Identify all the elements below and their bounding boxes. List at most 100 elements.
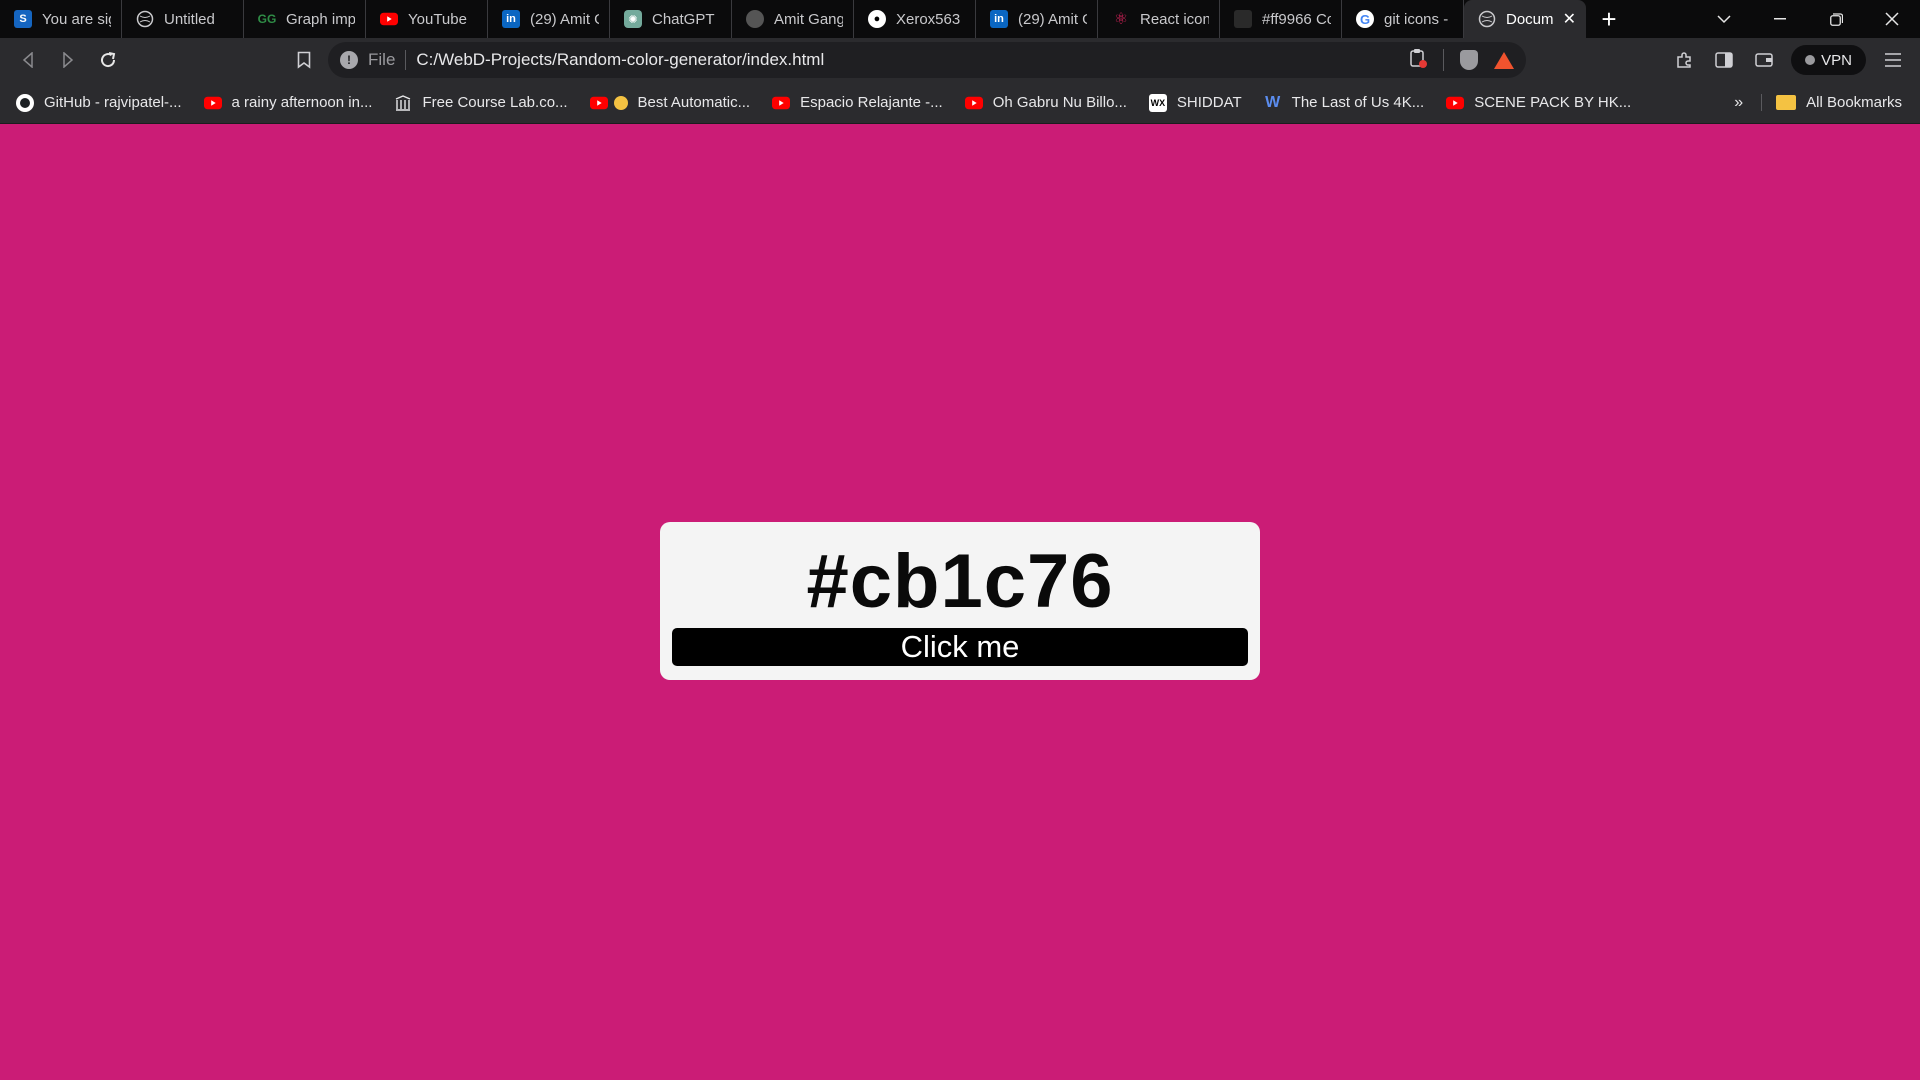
wix-icon: WX <box>1148 93 1167 112</box>
all-bookmarks-label: All Bookmarks <box>1806 94 1902 111</box>
hex-code-display: #cb1c76 <box>806 539 1114 624</box>
bookmark-label: SHIDDAT <box>1176 94 1242 111</box>
emoji-icon <box>613 95 628 110</box>
linkedin-icon: in <box>990 10 1008 28</box>
tab[interactable]: #ff9966 Col <box>1220 0 1342 38</box>
brave-shields-icon[interactable] <box>1460 50 1478 70</box>
bookmark-item[interactable]: W The Last of Us 4K... <box>1264 94 1425 112</box>
youtube-icon <box>203 94 222 112</box>
bookmark-item[interactable]: GitHub - rajvipatel-... <box>16 93 182 112</box>
wallet-icon[interactable] <box>1751 47 1777 73</box>
tab-title: React icons <box>1140 10 1209 28</box>
tab[interactable]: ⚛ React icons <box>1098 0 1220 38</box>
clipboard-blocked-icon[interactable] <box>1409 48 1427 73</box>
vpn-status-icon <box>1805 55 1816 65</box>
color-card: #cb1c76 Click me <box>660 522 1260 680</box>
globe-icon <box>1478 10 1496 28</box>
tab[interactable]: ✺ ChatGPT <box>610 0 732 38</box>
linkedin-icon: in <box>502 10 520 28</box>
address-bar[interactable]: ! File C:/WebD-Projects/Random-color-gen… <box>328 42 1526 78</box>
github-icon: ● <box>868 10 886 28</box>
all-bookmarks-button[interactable]: All Bookmarks <box>1761 94 1902 111</box>
tab-search-button[interactable] <box>1696 0 1752 38</box>
forward-button[interactable] <box>48 40 88 80</box>
tab[interactable]: YouTube <box>366 0 488 38</box>
s-icon: S <box>14 10 32 28</box>
geeksforgeeks-icon: GG <box>257 12 277 26</box>
tab-strip: S You are sign Untitled GG Graph impl YouT… <box>0 0 1920 38</box>
vpn-button[interactable]: VPN <box>1791 45 1866 75</box>
tab-title: #ff9966 Col <box>1262 10 1331 28</box>
tab[interactable]: S You are sign <box>0 0 122 38</box>
url-scheme: File <box>368 50 407 70</box>
bookmark-item[interactable]: a rainy afternoon in... <box>203 94 373 112</box>
bookmark-label: SCENE PACK BY HK... <box>1474 94 1632 111</box>
browser-toolbar: ! File C:/WebD-Projects/Random-color-gen… <box>0 38 1920 82</box>
avatar-icon <box>746 10 764 28</box>
tab[interactable]: Untitled <box>122 0 244 38</box>
tab[interactable]: ● Xerox563 (A <box>854 0 976 38</box>
url-text[interactable]: C:/WebD-Projects/Random-color-generator/… <box>416 50 1409 70</box>
bookmark-page-button[interactable] <box>284 40 324 80</box>
folder-icon <box>1776 95 1797 110</box>
close-window-button[interactable] <box>1864 0 1920 38</box>
tab-title: You are sign <box>42 10 111 28</box>
sidebar-icon[interactable] <box>1711 47 1737 73</box>
bookmark-item[interactable]: SCENE PACK BY HK... <box>1446 94 1631 112</box>
youtube-icon <box>964 94 983 112</box>
address-bar-actions <box>1409 48 1514 73</box>
menu-icon[interactable] <box>1880 47 1906 73</box>
bookmark-label: a rainy afternoon in... <box>231 94 373 111</box>
minimize-button[interactable] <box>1752 0 1808 38</box>
github-icon <box>16 93 34 112</box>
close-tab-icon[interactable]: ✕ <box>1563 9 1576 29</box>
generate-color-button[interactable]: Click me <box>672 628 1248 666</box>
reload-button[interactable] <box>88 40 128 80</box>
bookmark-item[interactable]: WX SHIDDAT <box>1148 93 1242 112</box>
tab-title: (29) Amit G <box>1018 10 1087 28</box>
youtube-icon <box>772 94 791 112</box>
tab[interactable]: GG Graph impl <box>244 0 366 38</box>
tab-title: Amit Gangw <box>774 10 843 28</box>
tab-title: Xerox563 (A <box>896 10 965 28</box>
plus-icon: + <box>1601 3 1617 34</box>
tab[interactable]: in (29) Amit G <box>976 0 1098 38</box>
tab-title: Untitled <box>164 10 215 28</box>
youtube-icon <box>589 94 608 112</box>
separator <box>1443 49 1444 71</box>
back-button[interactable] <box>8 40 48 80</box>
bookmark-item[interactable]: Best Automatic... <box>589 94 751 112</box>
more-bookmarks-button[interactable]: » <box>1734 94 1743 112</box>
color-icon <box>1234 10 1252 28</box>
bookmark-item[interactable]: Oh Gabru Nu Billo... <box>964 94 1127 112</box>
brave-rewards-icon[interactable] <box>1494 51 1514 69</box>
page-viewport: #cb1c76 Click me <box>0 124 1920 1080</box>
bookmark-label: Best Automatic... <box>637 94 751 111</box>
google-icon: G <box>1356 10 1374 28</box>
tab[interactable]: in (29) Amit G <box>488 0 610 38</box>
bookmark-label: GitHub - rajvipatel-... <box>44 94 182 111</box>
tab-active[interactable]: Docum ✕ <box>1464 0 1586 38</box>
chatgpt-icon: ✺ <box>624 10 642 28</box>
restore-button[interactable] <box>1808 0 1864 38</box>
new-tab-button[interactable]: + <box>1586 0 1632 38</box>
vpn-label: VPN <box>1821 51 1852 69</box>
bookmark-label: Free Course Lab.co... <box>422 94 568 111</box>
extensions-icon[interactable] <box>1671 47 1697 73</box>
tab[interactable]: Ggit icons - G <box>1342 0 1464 38</box>
tab-title: YouTube <box>408 10 467 28</box>
tab-title: ChatGPT <box>652 10 715 28</box>
youtube-icon <box>380 10 398 28</box>
bookmark-label: The Last of Us 4K... <box>1291 94 1425 111</box>
building-icon <box>394 94 412 112</box>
bookmark-item[interactable]: Free Course Lab.co... <box>394 94 568 112</box>
bookmark-item[interactable]: Espacio Relajante -... <box>772 94 943 112</box>
tab-title: (29) Amit G <box>530 10 599 28</box>
bookmark-label: Oh Gabru Nu Billo... <box>992 94 1127 111</box>
tab-list: S You are sign Untitled GG Graph impl YouT… <box>0 0 1586 38</box>
toolbar-right: VPN <box>1671 45 1920 75</box>
tab[interactable]: Amit Gangw <box>732 0 854 38</box>
bookmarks-bar: GitHub - rajvipatel-... a rainy afternoo… <box>0 82 1920 124</box>
info-icon[interactable]: ! <box>340 51 358 69</box>
youtube-icon <box>1446 94 1465 112</box>
